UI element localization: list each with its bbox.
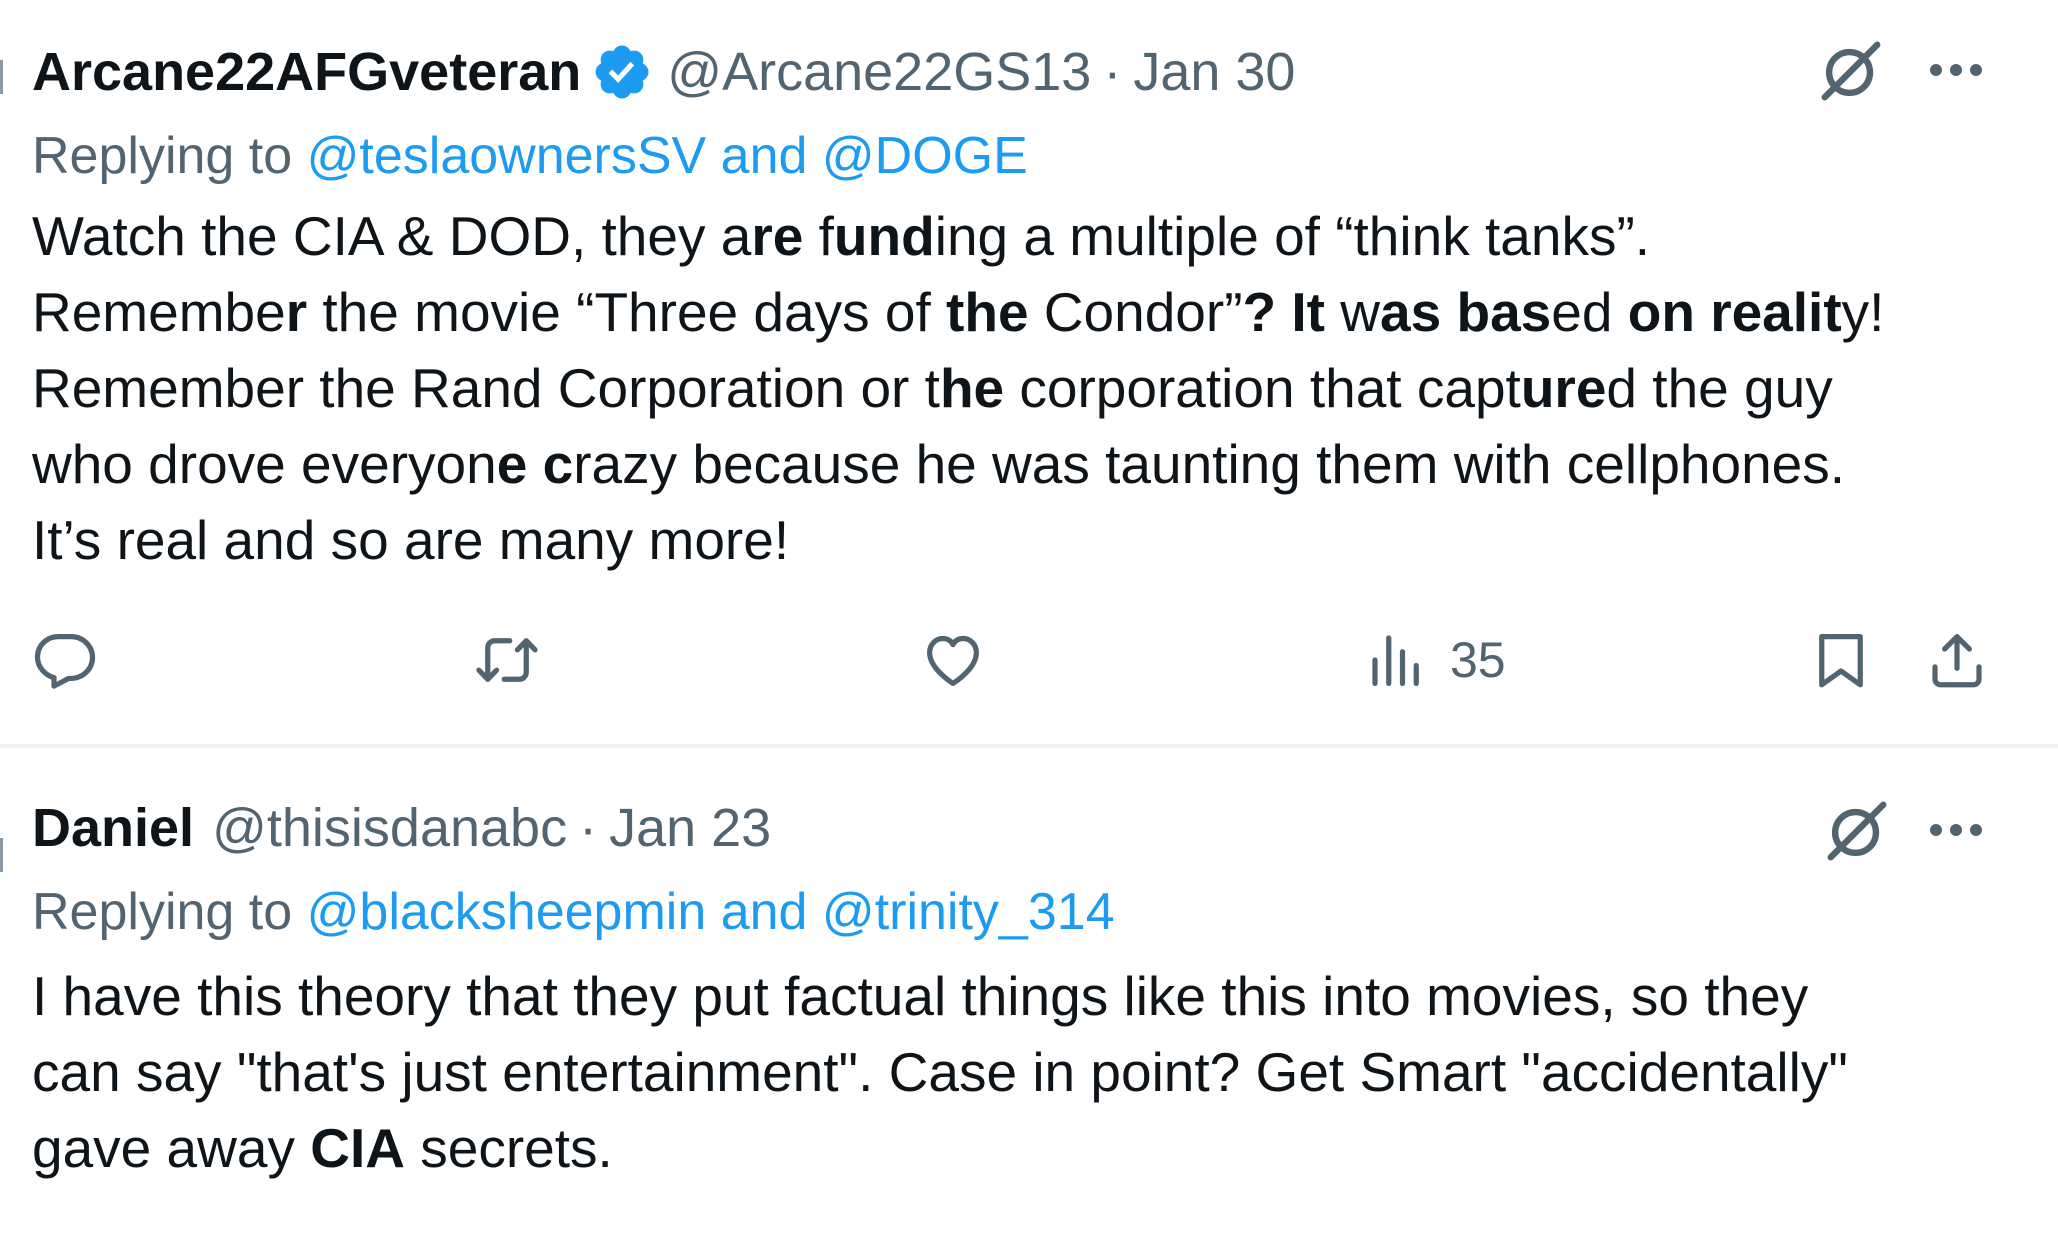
action-bar: 35 bbox=[0, 620, 2058, 700]
views-button[interactable]: 35 bbox=[1364, 620, 1506, 700]
tweet-header: Daniel @thisisdanabc · Jan 23 bbox=[32, 796, 771, 860]
retweet-icon bbox=[476, 638, 538, 682]
bold-text-run: on realit bbox=[1627, 281, 1842, 343]
text-run: who drove everyon bbox=[32, 433, 497, 495]
tweet-text-line: Remember the movie “Three days of the Co… bbox=[32, 274, 2022, 350]
more-icon[interactable] bbox=[1926, 820, 1986, 840]
text-run: Watch the CIA & DOD, they a bbox=[32, 205, 752, 267]
text-run: Remembe bbox=[32, 281, 286, 343]
bookmark-icon bbox=[1819, 634, 1863, 688]
retweet-button[interactable] bbox=[474, 620, 540, 700]
bold-text-run: r bbox=[285, 281, 308, 343]
text-run: secrets. bbox=[404, 1117, 613, 1179]
tweet-2[interactable]: Daniel @thisisdanabc · Jan 23 Replying t… bbox=[0, 748, 2058, 1252]
share-icon bbox=[1932, 634, 1982, 688]
display-name[interactable]: Daniel bbox=[32, 796, 194, 860]
text-run: I have this theory that they put factual… bbox=[32, 965, 1809, 1027]
bookmark-button[interactable] bbox=[1808, 620, 1874, 700]
bold-text-run: bas bbox=[1456, 281, 1552, 343]
replying-prefix: Replying to bbox=[32, 127, 293, 185]
user-handle[interactable]: @thisisdanabc bbox=[212, 796, 567, 860]
tweet-text-line: It’s real and so are many more! bbox=[32, 502, 2022, 578]
tweet-header: Arcane22AFGveteran @Arcane22GS13 · Jan 3… bbox=[32, 40, 1295, 104]
tweet-text-line: I have this theory that they put factual… bbox=[32, 958, 2022, 1034]
tweet-text: I have this theory that they put factual… bbox=[32, 958, 2022, 1186]
tweet-date[interactable]: Jan 30 bbox=[1133, 40, 1295, 104]
text-run: w bbox=[1325, 281, 1380, 343]
text-run: Condor” bbox=[1028, 281, 1243, 343]
like-icon bbox=[927, 635, 979, 686]
bold-text-run: re bbox=[751, 205, 804, 267]
tweet-text-line: who drove everyone crazy because he was … bbox=[32, 426, 2022, 502]
text-run: d the guy bbox=[1606, 357, 1833, 419]
text-run: ing a multiple of “think tanks”. bbox=[934, 205, 1651, 267]
bold-text-run: und bbox=[833, 205, 935, 267]
bold-text-run: he bbox=[939, 357, 1005, 419]
reply-icon bbox=[34, 634, 96, 689]
text-run: the movie “Three days of bbox=[307, 281, 947, 343]
text-run: can say "that's just entertainment". Cas… bbox=[32, 1041, 1848, 1103]
text-run: It’s real and so are many more! bbox=[32, 509, 790, 571]
tweet-text-line: gave away CIA secrets. bbox=[32, 1110, 2022, 1186]
text-run: y! bbox=[1841, 281, 1885, 343]
separator-dot: · bbox=[1103, 42, 1122, 102]
tweet-text: Watch the CIA & DOD, they are funding a … bbox=[32, 198, 2022, 578]
tweet-date[interactable]: Jan 23 bbox=[609, 796, 771, 860]
text-run: corporation that capt bbox=[1004, 357, 1521, 419]
replying-to-line: Replying to @blacksheepmin and @trinity_… bbox=[32, 880, 1115, 944]
bold-text-run: CIA bbox=[310, 1117, 405, 1179]
text-run bbox=[1441, 281, 1456, 343]
text-run: gave away bbox=[32, 1117, 311, 1179]
replying-prefix: Replying to bbox=[32, 883, 293, 941]
tweet-1[interactable]: Arcane22AFGveteran @Arcane22GS13 · Jan 3… bbox=[0, 0, 2058, 744]
text-run: f bbox=[803, 205, 834, 267]
like-button[interactable] bbox=[920, 620, 986, 700]
display-name[interactable]: Arcane22AFGveteran bbox=[32, 40, 581, 104]
bold-text-run: ure bbox=[1520, 357, 1607, 419]
grok-icon[interactable] bbox=[1822, 796, 1892, 866]
views-count: 35 bbox=[1450, 632, 1506, 688]
share-button[interactable] bbox=[1924, 620, 1990, 700]
tweet-text-line: can say "that's just entertainment". Cas… bbox=[32, 1034, 2022, 1110]
bold-text-run: ? It bbox=[1242, 281, 1325, 343]
separator-dot: · bbox=[579, 798, 598, 858]
reply-mentions-link[interactable]: @blacksheepmin and @trinity_314 bbox=[307, 883, 1115, 941]
views-icon bbox=[1372, 635, 1419, 686]
verified-badge-icon bbox=[595, 45, 649, 99]
bold-text-run: the bbox=[946, 281, 1029, 343]
more-icon[interactable] bbox=[1926, 60, 1986, 80]
bold-text-run: e c bbox=[496, 433, 574, 495]
tweet-text-line: Remember the Rand Corporation or the cor… bbox=[32, 350, 2022, 426]
reply-mentions-link[interactable]: @teslaownersSV and @DOGE bbox=[307, 127, 1028, 185]
replying-to-line: Replying to @teslaownersSV and @DOGE bbox=[32, 124, 1028, 188]
text-run: razy because he was taunting them with c… bbox=[573, 433, 1846, 495]
text-run: Remember the Rand Corporation or t bbox=[32, 357, 940, 419]
reply-button[interactable] bbox=[32, 620, 98, 700]
bold-text-run: as bbox=[1380, 281, 1442, 343]
user-handle[interactable]: @Arcane22GS13 bbox=[667, 40, 1091, 104]
tweet-text-line: Watch the CIA & DOD, they are funding a … bbox=[32, 198, 2022, 274]
grok-icon[interactable] bbox=[1816, 36, 1886, 106]
text-run: ed bbox=[1551, 281, 1628, 343]
